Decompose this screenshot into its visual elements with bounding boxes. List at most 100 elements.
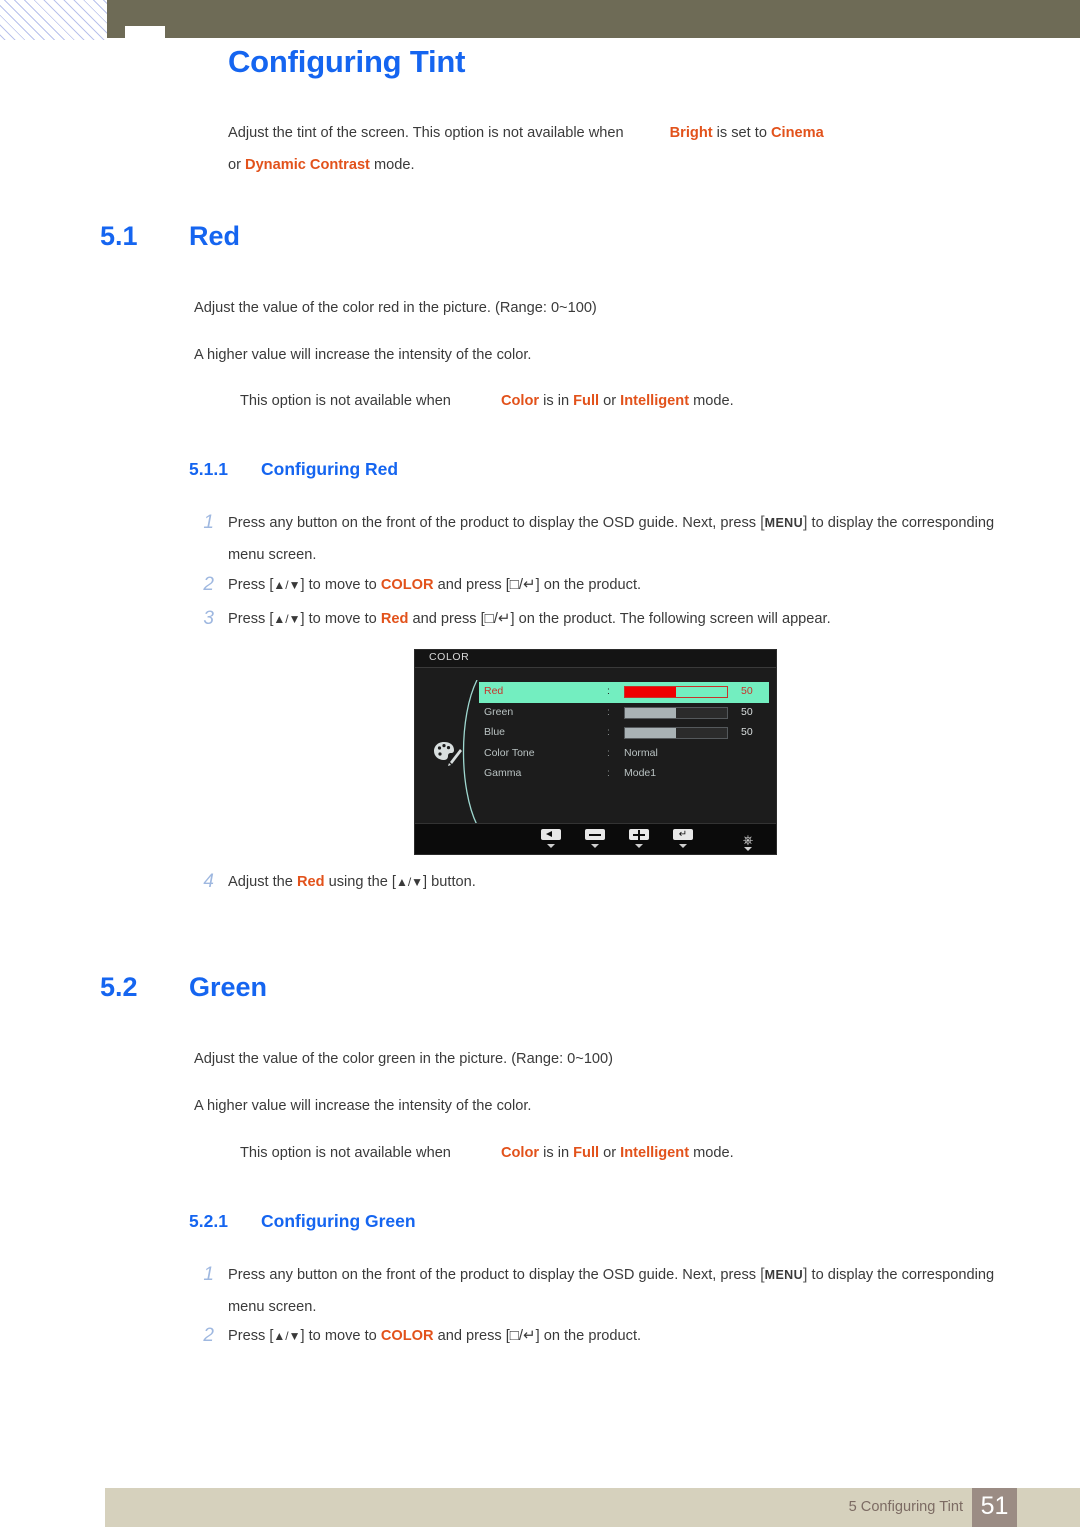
- step-text-mid: ] to move to: [300, 577, 381, 593]
- step-text-post: ] on the product.: [535, 577, 642, 593]
- step-text-mid2: and press [: [433, 1328, 510, 1344]
- page-title: Configuring Tint: [228, 44, 466, 79]
- intro-line1-text: Adjust the tint of the screen. This opti…: [228, 125, 624, 141]
- minus-icon: [585, 829, 605, 840]
- chevron-down-icon: [591, 844, 599, 848]
- intro-cinema-term: Cinema: [771, 125, 824, 141]
- osd-slider-track[interactable]: [624, 706, 728, 719]
- osd-power-button[interactable]: ⎈: [737, 829, 759, 851]
- osd-row-color-tone[interactable]: Color Tone : Normal: [479, 744, 769, 765]
- plus-icon: [629, 829, 649, 840]
- step-number: 2: [203, 574, 214, 595]
- osd-menu-title: COLOR: [429, 651, 470, 663]
- osd-slider-track[interactable]: [624, 727, 728, 739]
- osd-row-colon: :: [607, 685, 610, 697]
- step-text-pre: Press any button on the front of the pro…: [228, 1267, 761, 1283]
- step-number: 2: [203, 1325, 214, 1346]
- subsection-heading-521: 5.2.1 Configuring Green: [189, 1211, 416, 1232]
- step-text-pre: Press any button on the front of the pro…: [228, 515, 761, 531]
- red-note-full-term: Full: [573, 393, 600, 409]
- step-text-pre: Press [: [228, 611, 274, 627]
- intro-bright-term: Bright: [669, 125, 713, 141]
- up-down-arrow-icon: ▲/▼: [273, 1329, 301, 1343]
- section-number-51: 5.1: [100, 221, 138, 251]
- intro-line2-post: mode.: [369, 157, 415, 173]
- menu-keycap: MENU: [764, 1268, 804, 1282]
- step-number: 4: [203, 871, 214, 892]
- step-text-post: ] button.: [423, 874, 476, 890]
- osd-slider-fill: [625, 728, 676, 738]
- osd-row-value: 50: [741, 726, 753, 738]
- subsection-title-configuring-green: Configuring Green: [261, 1211, 416, 1231]
- osd-slider-track[interactable]: [624, 686, 728, 698]
- osd-row-gamma[interactable]: Gamma : Mode1: [479, 764, 769, 785]
- chevron-down-icon: [679, 844, 687, 848]
- red-note-color-term: Color: [500, 393, 540, 409]
- footer-chapter-label: 5 Configuring Tint: [848, 1499, 963, 1515]
- step-text-mid2: and press [: [408, 611, 485, 627]
- left-arrow-icon: [541, 829, 561, 840]
- subsection-title-configuring-red: Configuring Red: [261, 459, 399, 479]
- step-text-post: ] on the product.: [535, 1328, 642, 1344]
- step-item: 1 Press any button on the front of the p…: [203, 507, 1018, 571]
- step-number: 1: [203, 512, 214, 533]
- osd-enter-button[interactable]: ↵: [672, 829, 694, 848]
- osd-row-colon: :: [607, 705, 610, 718]
- intro-line1-mid: is set to: [712, 125, 771, 141]
- green-note-full-term: Full: [573, 1145, 600, 1161]
- red-note-pre: This option is not available when: [240, 393, 451, 409]
- section-number-52: 5.2: [100, 972, 138, 1002]
- subsection-number-521: 5.2.1: [189, 1211, 228, 1231]
- osd-row-colon: :: [607, 767, 610, 779]
- intro-paragraph: Adjust the tint of the screen. This opti…: [228, 117, 1028, 181]
- step-text-pre: Press [: [228, 1328, 274, 1344]
- header-hatch-decoration: [0, 0, 107, 40]
- osd-row-value: Mode1: [624, 767, 657, 779]
- osd-row-colon: :: [607, 746, 610, 759]
- step-target-color: COLOR: [380, 1328, 434, 1344]
- red-note-intelligent-term: Intelligent: [620, 393, 690, 409]
- osd-menu-rows: Red : 50 Green : 50 Blue : 50 Color Tone…: [479, 682, 769, 785]
- osd-plus-button[interactable]: [628, 829, 650, 848]
- green-note-intelligent-term: Intelligent: [620, 1145, 690, 1161]
- step-item: 4 Adjust the Red using the [▲/▼] button.: [203, 866, 1018, 898]
- step-number: 1: [203, 1264, 214, 1285]
- red-note-post: mode.: [689, 393, 734, 409]
- square-enter-icon: □/↵: [484, 610, 511, 627]
- osd-row-green[interactable]: Green : 50: [479, 703, 769, 724]
- osd-row-label: Color Tone: [484, 746, 535, 759]
- osd-row-value: Normal: [624, 746, 658, 759]
- green-desc-line2: A higher value will increase the intensi…: [194, 1098, 532, 1114]
- red-desc-line2: A higher value will increase the intensi…: [194, 347, 532, 363]
- osd-row-value: 50: [741, 705, 753, 718]
- square-enter-icon: □/↵: [509, 1327, 536, 1344]
- osd-row-colon: :: [607, 726, 610, 738]
- green-note-mid2: or: [599, 1145, 621, 1161]
- up-down-arrow-icon: ▲/▼: [395, 875, 424, 889]
- osd-minus-button[interactable]: [584, 829, 606, 848]
- green-note: This option is not available when Color i…: [240, 1145, 734, 1161]
- subsection-number-511: 5.1.1: [189, 459, 228, 479]
- osd-left-arrow-button[interactable]: [540, 829, 562, 848]
- step-item: 2 Press [▲/▼] to move to COLOR and press…: [203, 569, 1018, 601]
- osd-row-label: Red: [484, 685, 504, 697]
- enter-icon: ↵: [673, 829, 693, 840]
- step-item: 2 Press [▲/▼] to move to COLOR and press…: [203, 1320, 1018, 1352]
- osd-row-label: Blue: [484, 726, 506, 738]
- header-notch-decoration: [125, 26, 165, 38]
- intro-line2-pre: or: [228, 157, 246, 173]
- section-title-red: Red: [189, 221, 241, 251]
- red-note-mid1: is in: [539, 393, 574, 409]
- up-down-arrow-icon: ▲/▼: [273, 578, 301, 592]
- step-text-pre: Press [: [228, 577, 274, 593]
- osd-color-menu-screenshot: COLOR Red : 50 Green : 50 Blue: 50 Colo…: [414, 649, 777, 855]
- footer-page-number: 51: [980, 1492, 1009, 1520]
- osd-row-blue[interactable]: Blue : 50: [479, 723, 769, 744]
- power-icon: ⎈: [742, 832, 754, 847]
- menu-keycap: MENU: [764, 516, 804, 530]
- step-target-red: Red: [380, 611, 409, 627]
- chevron-down-icon: [744, 847, 752, 851]
- osd-row-red[interactable]: Red : 50: [479, 682, 769, 703]
- step-text-mid2: and press [: [433, 577, 510, 593]
- step-text-mid: ] to move to: [300, 611, 381, 627]
